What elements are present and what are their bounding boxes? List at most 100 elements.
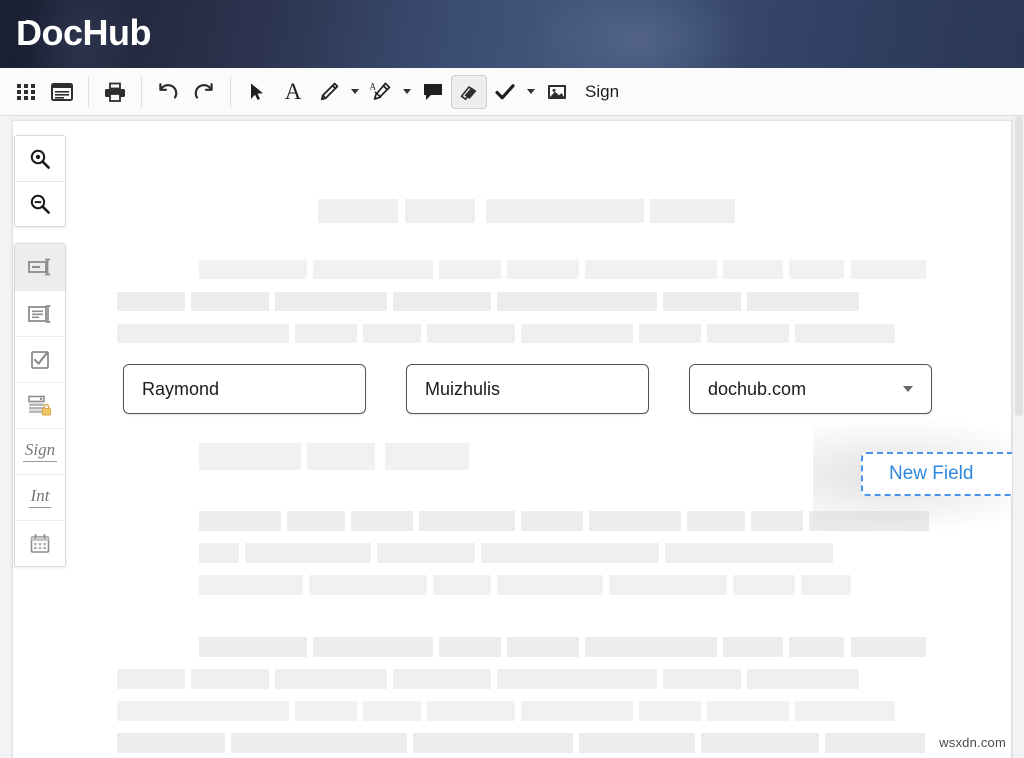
undo-icon[interactable] xyxy=(150,75,186,109)
text-placeholder-block xyxy=(363,324,421,343)
chevron-down-glyph xyxy=(351,89,359,94)
text-placeholder-block xyxy=(191,292,269,311)
dochub-editor-window: DocHub A A Sign Raymond Muizhulis dochub… xyxy=(0,0,1024,758)
text-placeholder-block xyxy=(385,443,469,470)
apps-grid-icon[interactable] xyxy=(8,75,44,109)
text-placeholder-block xyxy=(199,511,281,531)
first-name-field[interactable]: Raymond xyxy=(123,364,366,414)
text-placeholder-block xyxy=(231,733,407,753)
watermark: wsxdn.com xyxy=(939,735,1006,750)
text-placeholder-block xyxy=(687,511,745,531)
scrollbar-thumb[interactable] xyxy=(1015,116,1023,416)
field-value: dochub.com xyxy=(708,378,807,399)
text-placeholder-block xyxy=(585,260,717,279)
text-placeholder-block xyxy=(199,543,239,563)
text-placeholder-block xyxy=(589,511,681,531)
document-page: Raymond Muizhulis dochub.com New Field xyxy=(12,120,1024,758)
header-glow-center xyxy=(535,0,745,68)
text-placeholder-block xyxy=(199,260,307,279)
comment-icon[interactable] xyxy=(415,75,451,109)
zoom-panel xyxy=(14,135,66,227)
vertical-scrollbar[interactable] xyxy=(1012,116,1024,758)
toolbar-group-history xyxy=(142,68,230,116)
text-placeholder-block xyxy=(789,637,844,657)
text-placeholder-block xyxy=(427,324,515,343)
zoom-in-icon[interactable] xyxy=(15,136,65,181)
text-placeholder-block xyxy=(639,701,701,721)
main-toolbar: A A Sign xyxy=(0,68,1024,116)
draw-pencil-icon[interactable] xyxy=(311,75,347,109)
app-header: DocHub xyxy=(0,0,1024,68)
text-placeholder-block xyxy=(579,733,695,753)
text-placeholder-block xyxy=(419,511,515,531)
last-name-field[interactable]: Muizhulis xyxy=(406,364,649,414)
sign-button[interactable]: Sign xyxy=(575,75,629,109)
text-placeholder-block xyxy=(245,543,371,563)
text-placeholder-block xyxy=(801,575,851,595)
new-field-placeholder[interactable]: New Field xyxy=(861,452,1024,496)
cursor-select-icon[interactable] xyxy=(239,75,275,109)
text-placeholder-block xyxy=(117,669,185,689)
text-placeholder-block xyxy=(117,292,185,311)
highlight-icon[interactable]: A xyxy=(363,75,399,109)
text-placeholder-block xyxy=(439,260,501,279)
field-date-icon[interactable] xyxy=(15,520,65,566)
eraser-icon[interactable] xyxy=(451,74,487,109)
field-signature-icon[interactable]: Sign xyxy=(15,428,65,474)
print-icon[interactable] xyxy=(97,75,133,109)
brand-name: DocHub xyxy=(16,12,152,53)
text-placeholder-block xyxy=(795,701,895,721)
field-value: Raymond xyxy=(142,378,220,399)
text-placeholder-block xyxy=(747,669,859,689)
field-checkbox-icon[interactable] xyxy=(15,336,65,382)
text-placeholder-block xyxy=(809,511,929,531)
chevron-down-icon[interactable] xyxy=(903,386,913,392)
text-placeholder-block xyxy=(481,543,659,563)
letter-a-glyph: A xyxy=(284,79,302,104)
text-placeholder-block xyxy=(663,669,741,689)
text-placeholder-block xyxy=(497,292,657,311)
text-placeholder-block xyxy=(313,260,433,279)
text-placeholder-block xyxy=(521,701,633,721)
zoom-out-icon[interactable] xyxy=(15,181,65,226)
text-tool-icon[interactable]: A xyxy=(275,75,311,109)
text-placeholder-block xyxy=(497,669,657,689)
brand-logo[interactable]: DocHub xyxy=(16,8,152,58)
website-field[interactable]: dochub.com xyxy=(689,364,932,414)
initials-glyph: Int xyxy=(28,486,52,508)
field-text-icon[interactable] xyxy=(15,244,65,290)
highlight-options-chevron-down-icon[interactable] xyxy=(399,75,415,109)
text-placeholder-block xyxy=(199,443,301,470)
toolbar-group-annotate: A A Sign xyxy=(231,68,637,116)
text-placeholder-block xyxy=(609,575,727,595)
redo-icon[interactable] xyxy=(186,75,222,109)
text-placeholder-block xyxy=(507,637,579,657)
text-placeholder-block xyxy=(701,733,819,753)
text-placeholder-block xyxy=(650,199,735,223)
text-placeholder-block xyxy=(117,324,289,343)
text-placeholder-block xyxy=(825,733,925,753)
check-options-chevron-down-icon[interactable] xyxy=(523,75,539,109)
field-dropdown-icon[interactable] xyxy=(15,382,65,428)
field-textarea-icon[interactable] xyxy=(15,290,65,336)
text-placeholder-block xyxy=(351,511,413,531)
text-placeholder-block xyxy=(723,637,783,657)
draw-options-chevron-down-icon[interactable] xyxy=(347,75,363,109)
text-placeholder-block xyxy=(497,575,603,595)
text-placeholder-block xyxy=(789,260,844,279)
checkmark-icon[interactable] xyxy=(487,75,523,109)
toolbar-group-print xyxy=(89,68,141,116)
signature-glyph: Sign xyxy=(22,440,58,462)
text-placeholder-block xyxy=(851,260,926,279)
text-placeholder-block xyxy=(117,701,289,721)
text-placeholder-block xyxy=(295,701,357,721)
pages-panel-icon[interactable] xyxy=(44,75,80,109)
svg-text:A: A xyxy=(370,81,377,91)
text-placeholder-block xyxy=(663,292,741,311)
text-placeholder-block xyxy=(507,260,579,279)
text-placeholder-block xyxy=(363,701,421,721)
field-initials-icon[interactable]: Int xyxy=(15,474,65,520)
text-placeholder-block xyxy=(433,575,491,595)
insert-image-icon[interactable] xyxy=(539,75,575,109)
text-placeholder-block xyxy=(393,292,491,311)
